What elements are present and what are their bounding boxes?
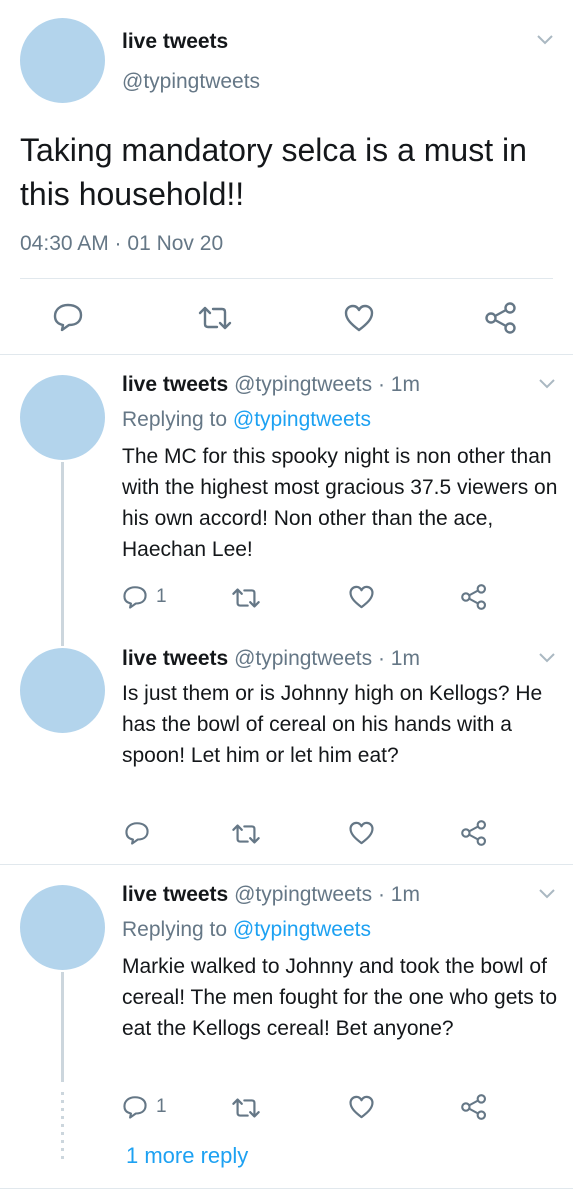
reply-author-name[interactable]: live tweets xyxy=(122,373,228,396)
thread-line xyxy=(61,972,64,1082)
reply-meta: @typingtweets · 1m xyxy=(234,373,420,396)
share-icon[interactable] xyxy=(484,302,518,334)
reply-icon xyxy=(123,586,147,609)
reply-count: 1 xyxy=(156,586,167,607)
avatar[interactable] xyxy=(20,885,105,970)
thread-dots xyxy=(61,1092,64,1164)
avatar[interactable] xyxy=(20,648,105,733)
reply-button[interactable]: 1 xyxy=(122,1094,167,1120)
reply-author-name[interactable]: live tweets xyxy=(122,647,228,670)
tweet-timestamp: 04:30 AM · 01 Nov 20 xyxy=(20,232,224,255)
avatar[interactable] xyxy=(20,375,105,460)
chevron-down-icon[interactable] xyxy=(538,378,556,390)
reply-header: live tweets @typingtweets · 1m xyxy=(122,883,420,907)
retweet-icon[interactable] xyxy=(230,586,262,610)
replying-to: Replying to @typingtweets xyxy=(122,408,371,432)
share-icon[interactable] xyxy=(460,1094,488,1120)
share-icon[interactable] xyxy=(460,820,488,846)
reply-header: live tweets @typingtweets · 1m xyxy=(122,373,420,397)
replying-to-label: Replying to xyxy=(122,408,228,431)
reply-count: 1 xyxy=(156,1096,167,1117)
tweet-divider xyxy=(0,354,573,355)
tweet-divider xyxy=(0,1188,573,1189)
reply-text: Markie walked to Johnny and took the bow… xyxy=(122,955,558,1040)
replying-to-handle[interactable]: @typingtweets xyxy=(233,408,371,431)
tweet-divider xyxy=(0,864,573,865)
like-icon[interactable] xyxy=(348,1094,375,1120)
chevron-down-icon[interactable] xyxy=(538,888,556,900)
reply-text: The MC for this spooky night is non othe… xyxy=(122,445,558,561)
avatar[interactable] xyxy=(20,18,105,103)
reply-header: live tweets @typingtweets · 1m xyxy=(122,647,420,671)
chevron-down-icon[interactable] xyxy=(536,34,554,46)
author-handle[interactable]: @typingtweets xyxy=(122,70,260,94)
reply-icon[interactable] xyxy=(124,820,150,846)
reply-meta: @typingtweets · 1m xyxy=(234,647,420,670)
reply-icon xyxy=(123,1096,147,1119)
author-name[interactable]: live tweets xyxy=(122,30,228,54)
like-icon[interactable] xyxy=(348,584,375,610)
replying-to-label: Replying to xyxy=(122,918,228,941)
more-replies-link[interactable]: 1 more reply xyxy=(126,1143,248,1169)
chevron-down-icon[interactable] xyxy=(538,652,556,664)
retweet-icon[interactable] xyxy=(196,304,234,332)
reply-meta: @typingtweets · 1m xyxy=(234,883,420,906)
thread-line xyxy=(61,462,64,646)
retweet-icon[interactable] xyxy=(230,1096,262,1120)
tweet-text: Taking mandatory selca is a must in this… xyxy=(20,132,527,212)
replying-to-handle[interactable]: @typingtweets xyxy=(233,918,371,941)
inner-divider xyxy=(20,278,553,279)
like-icon[interactable] xyxy=(348,820,375,846)
replying-to: Replying to @typingtweets xyxy=(122,918,371,942)
reply-author-name[interactable]: live tweets xyxy=(122,883,228,906)
reply-text: Is just them or is Johnny high on Kellog… xyxy=(122,682,543,767)
share-icon[interactable] xyxy=(460,584,488,610)
reply-button[interactable]: 1 xyxy=(122,584,167,610)
like-icon[interactable] xyxy=(343,303,375,333)
reply-icon[interactable] xyxy=(52,302,84,332)
retweet-icon[interactable] xyxy=(230,822,262,846)
